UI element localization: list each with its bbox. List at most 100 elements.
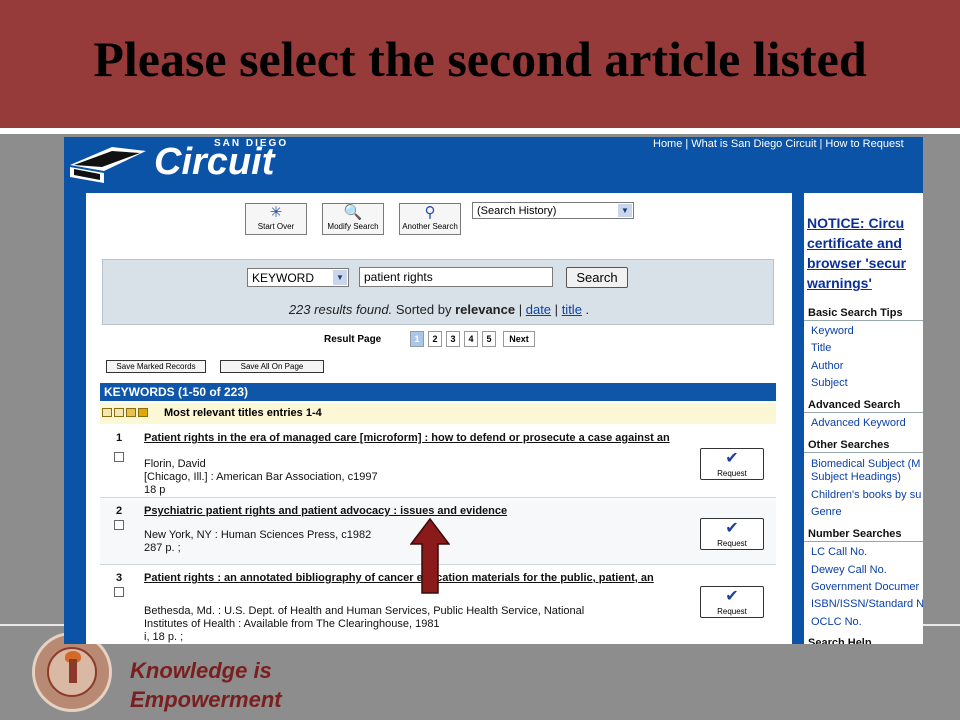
search-help-heading: Search Help <box>804 636 923 644</box>
torch-icon <box>69 659 77 683</box>
notice-line: browser 'secur <box>807 255 907 271</box>
sidebar-item-oclc-no[interactable]: OCLC No. <box>811 615 862 629</box>
sidebar-item-biomedical-subject[interactable]: Biomedical Subject (M <box>811 457 920 471</box>
sidebar-item-childrens-books[interactable]: Children's books by su <box>811 488 921 502</box>
sort-end: . <box>585 302 590 317</box>
magnifier-icon: ⚲ <box>424 204 436 221</box>
sort-title-link[interactable]: title <box>562 302 582 317</box>
notice-line: NOTICE: Circu <box>807 215 905 231</box>
request-button[interactable]: ✔ Request <box>700 518 764 550</box>
result-title-link[interactable]: Patient rights in the era of managed car… <box>144 432 704 445</box>
search-history-select[interactable]: (Search History) ▼ <box>472 202 634 219</box>
notice-line: certificate and <box>807 235 902 251</box>
page-3-link[interactable]: 3 <box>446 331 460 347</box>
nav-what-is-link[interactable]: What is San Diego Circuit <box>688 138 819 150</box>
sort-separator: | <box>518 302 523 317</box>
sidebar-item-subject-headings[interactable]: Subject Headings) <box>811 470 901 484</box>
modify-search-label: Modify Search <box>327 222 379 231</box>
request-button[interactable]: ✔ Request <box>700 448 764 480</box>
page-4-link[interactable]: 4 <box>464 331 478 347</box>
result-publisher-continued: Institutes of Health : Available from Th… <box>144 618 440 630</box>
number-searches-heading: Number Searches <box>804 527 923 542</box>
search-type-value: KEYWORD <box>252 271 315 285</box>
other-searches-heading: Other Searches <box>804 438 923 453</box>
chevron-down-icon: ▼ <box>333 270 347 285</box>
save-marked-records-button[interactable]: Save Marked Records <box>106 360 206 373</box>
sidebar-item-genre[interactable]: Genre <box>811 505 842 519</box>
keywords-results-header: KEYWORDS (1-50 of 223) <box>100 383 776 401</box>
result-extent: 287 p. ; <box>144 542 181 554</box>
search-type-select[interactable]: KEYWORD ▼ <box>247 268 349 287</box>
nav-home-link[interactable]: Home <box>650 138 685 150</box>
chevron-down-icon: ▼ <box>618 204 632 217</box>
relevance-group-label: Most relevant titles entries 1-4 <box>164 407 322 419</box>
sort-date-link[interactable]: date <box>526 302 551 317</box>
result-publisher: Bethesda, Md. : U.S. Dept. of Health and… <box>144 605 585 617</box>
result-author: Florin, David <box>144 458 206 470</box>
save-all-on-page-button[interactable]: Save All On Page <box>220 360 324 373</box>
sparkle-icon: ✳ <box>269 204 283 221</box>
result-publisher: New York, NY : Human Sciences Press, c19… <box>144 529 372 541</box>
page-2-link[interactable]: 2 <box>428 331 442 347</box>
relevance-rating-icon <box>102 408 160 419</box>
result-publisher: [Chicago, Ill.] : American Bar Associati… <box>144 471 378 483</box>
search-panel: KEYWORD ▼ patient rights Search 223 resu… <box>102 259 774 325</box>
basic-search-tips-heading: Basic Search Tips <box>804 306 923 321</box>
modify-search-button[interactable]: 🔍 Modify Search <box>322 203 384 235</box>
result-number: 1 <box>116 432 123 444</box>
request-button[interactable]: ✔ Request <box>700 586 764 618</box>
result-extent: 18 p <box>144 484 166 496</box>
logo-wordmark: Circuit <box>154 141 275 183</box>
top-nav: Home | What is San Diego Circuit | How to Re… <box>650 138 907 150</box>
notice-link[interactable]: NOTICE: Circu certificate and browser 's… <box>807 213 906 293</box>
sidebar-item-author[interactable]: Author <box>811 359 843 373</box>
sidebar-item-advanced-keyword[interactable]: Advanced Keyword <box>811 416 906 430</box>
request-label: Request <box>717 539 747 548</box>
tagline-line-1: Knowledge is <box>130 658 272 683</box>
magnifier-edit-icon: 🔍 <box>343 204 363 221</box>
sidebar-item-lc-call-no[interactable]: LC Call No. <box>811 545 867 559</box>
result-row: 1 Patient rights in the era of managed c… <box>100 426 776 498</box>
result-number: 3 <box>116 572 123 584</box>
sidebar-item-keyword[interactable]: Keyword <box>811 324 854 338</box>
sidebar-item-title[interactable]: Title <box>811 341 831 355</box>
results-count: 223 results found. <box>288 302 393 317</box>
results-summary: 223 results found. Sorted by relevance |… <box>103 302 775 317</box>
mark-record-checkbox[interactable] <box>114 452 124 462</box>
sidebar-item-subject[interactable]: Subject <box>811 376 848 390</box>
right-sidebar: NOTICE: Circu certificate and browser 's… <box>804 193 923 644</box>
request-label: Request <box>717 469 747 478</box>
mark-record-checkbox[interactable] <box>114 520 124 530</box>
slide-tagline: Knowledge is Empowerment <box>130 656 282 714</box>
search-history-value: (Search History) <box>477 205 557 217</box>
seal-center <box>47 647 97 697</box>
search-button[interactable]: Search <box>566 267 628 288</box>
result-extent: i, 18 p. ; <box>144 631 184 643</box>
sorted-by-label: Sorted by <box>395 302 452 317</box>
sort-separator: | <box>554 302 559 317</box>
site-logo[interactable]: SAN DIEGO Circuit <box>64 137 304 193</box>
sidebar-item-dewey-call-no[interactable]: Dewey Call No. <box>811 563 887 577</box>
mark-record-checkbox[interactable] <box>114 587 124 597</box>
page-5-link[interactable]: 5 <box>482 331 496 347</box>
page-1-link[interactable]: 1 <box>410 331 424 347</box>
sidebar-item-government-documents[interactable]: Government Documer <box>811 580 919 594</box>
tagline-line-2: Empowerment <box>130 687 282 712</box>
checkmark-icon: ✔ <box>725 588 739 605</box>
result-number: 2 <box>116 505 123 517</box>
advanced-search-heading: Advanced Search <box>804 398 923 413</box>
university-seal-logo <box>32 632 112 712</box>
slide-title: Please select the second article listed <box>93 31 867 87</box>
nav-how-to-request-link[interactable]: How to Request <box>822 138 906 150</box>
next-page-link[interactable]: Next <box>503 331 535 347</box>
relevance-group-header: Most relevant titles entries 1-4 <box>100 403 776 424</box>
search-input[interactable]: patient rights <box>359 267 553 287</box>
checkmark-icon: ✔ <box>725 450 739 467</box>
result-title-link[interactable]: Psychiatric patient rights and patient a… <box>144 505 704 518</box>
sidebar-item-isbn-issn[interactable]: ISBN/ISSN/Standard N <box>811 597 923 611</box>
pointer-arrow-icon <box>410 518 450 594</box>
another-search-label: Another Search <box>402 222 458 231</box>
start-over-button[interactable]: ✳ Start Over <box>245 203 307 235</box>
start-over-label: Start Over <box>257 222 295 231</box>
another-search-button[interactable]: ⚲ Another Search <box>399 203 461 235</box>
